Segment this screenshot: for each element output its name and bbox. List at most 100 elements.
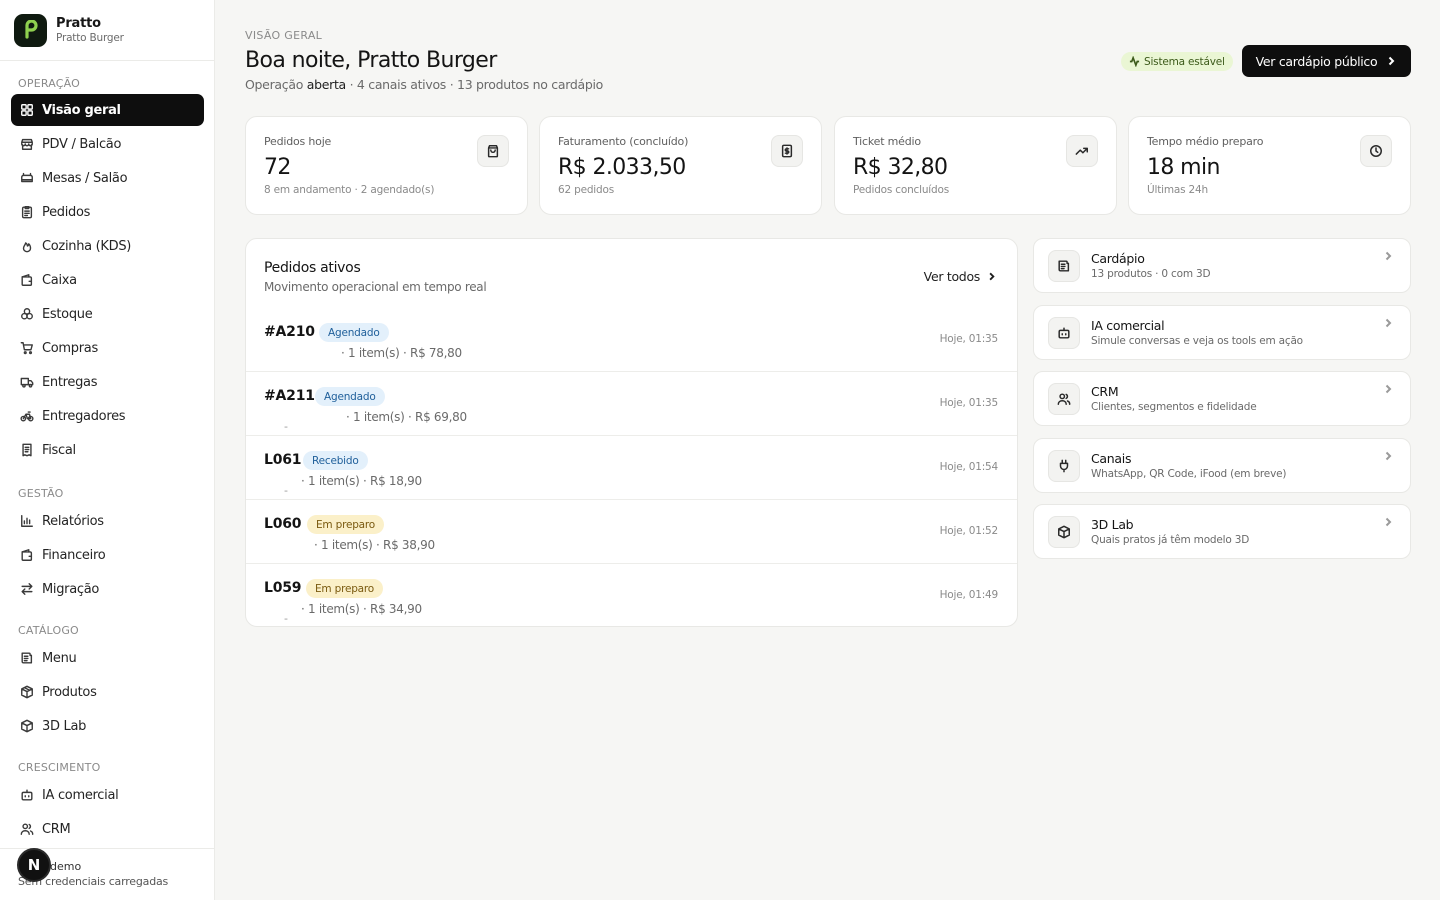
table-row[interactable]: #A211 Agendado · 1 item(s) · R$ 69,80 - … <box>246 371 1017 435</box>
store-icon <box>21 138 33 150</box>
stat-value: 18 min <box>1147 155 1220 180</box>
see-all-label: Ver todos <box>923 269 981 284</box>
quick-link-3d-lab[interactable]: 3D Lab Quais pratos já têm modelo 3D <box>1033 504 1411 559</box>
sidebar-item-relatorios[interactable]: Relatórios <box>11 505 204 537</box>
public-menu-button[interactable]: Ver cardápio público <box>1242 45 1411 77</box>
sidebar-item-produtos[interactable]: Produtos <box>11 676 204 708</box>
sidebar-item-cozinha-kds[interactable]: Cozinha (KDS) <box>11 230 204 262</box>
operation-status: aberta <box>306 77 346 92</box>
sidebar-item-label: Pedidos <box>42 204 91 220</box>
sidebar-footer[interactable]: demo Sem credenciais carregadas N <box>0 848 215 900</box>
page-subtitle: Operação aberta · 4 canais ativos · 13 p… <box>245 77 603 92</box>
order-time: Hoje, 01:54 <box>939 461 999 473</box>
cube-icon <box>21 719 33 733</box>
stat-value: 72 <box>264 155 291 180</box>
package-icon <box>21 685 33 699</box>
table-row[interactable]: #A210 Agendado · 1 item(s) · R$ 78,80 Ho… <box>246 308 1017 372</box>
cube-icon <box>1048 516 1080 548</box>
sidebar-item-fiscal[interactable]: Fiscal <box>11 434 204 466</box>
sidebar-item-label: Financeiro <box>42 547 106 563</box>
user-name: demo <box>50 860 82 873</box>
order-time: Hoje, 01:49 <box>939 589 999 601</box>
truck-icon <box>20 377 34 388</box>
stat-label: Tempo médio preparo <box>1147 135 1264 148</box>
sidebar-item-label: Entregas <box>42 374 98 390</box>
status-badge: Recebido <box>303 451 368 470</box>
order-customer-placeholder: - <box>284 612 288 625</box>
stat-label: Pedidos hoje <box>264 135 332 148</box>
order-time: Hoje, 01:52 <box>939 525 999 537</box>
stat-value: R$ 32,80 <box>853 155 948 180</box>
chevron-right-icon <box>1385 384 1392 394</box>
quick-link-subtitle: Quais pratos já têm modelo 3D <box>1091 534 1250 546</box>
menu-book-icon <box>21 652 33 664</box>
sidebar-item-label: Produtos <box>42 684 97 700</box>
sidebar-item-crm[interactable]: CRM <box>11 813 204 845</box>
quick-link-cardapio[interactable]: Cardápio 13 produtos · 0 com 3D <box>1033 238 1411 293</box>
system-status-badge: Sistema estável <box>1121 52 1233 71</box>
sidebar-item-label: PDV / Balcão <box>42 136 122 152</box>
cart-icon <box>20 342 33 355</box>
arrows-icon <box>21 583 33 595</box>
clock-icon <box>1360 135 1392 167</box>
order-time: Hoje, 01:35 <box>939 333 999 345</box>
shopping-bag-icon <box>477 135 509 167</box>
sidebar-item-compras[interactable]: Compras <box>11 332 204 364</box>
brand-subtitle: Pratto Burger <box>56 32 124 44</box>
clipboard-icon <box>21 206 33 219</box>
brand[interactable]: Pratto Pratto Burger <box>0 0 214 61</box>
sidebar-item-label: Migração <box>42 581 100 597</box>
table-row[interactable]: L061 Recebido · 1 item(s) · R$ 18,90 - H… <box>246 435 1017 499</box>
orders-subtitle: Movimento operacional em tempo real <box>264 280 487 294</box>
sidebar-item-menu[interactable]: Menu <box>11 642 204 674</box>
chevron-right-icon <box>989 272 995 281</box>
sidebar-item-ia-comercial[interactable]: IA comercial <box>11 779 204 811</box>
table-row[interactable]: L060 Em preparo · 1 item(s) · R$ 38,90 H… <box>246 499 1017 563</box>
sidebar-item-label: Relatórios <box>42 513 104 529</box>
nav-section-gestao: GESTÃO <box>18 487 64 500</box>
order-id: L061 <box>264 452 302 468</box>
order-time: Hoje, 01:35 <box>939 397 999 409</box>
sidebar-item-entregas[interactable]: Entregas <box>11 366 204 398</box>
sidebar-item-entregadores[interactable]: Entregadores <box>11 400 204 432</box>
sidebar-item-estoque[interactable]: Estoque <box>11 298 204 330</box>
stat-card-revenue: Faturamento (concluído) R$ 2.033,50 62 p… <box>539 116 822 215</box>
sidebar-item-financeiro[interactable]: Financeiro <box>11 539 204 571</box>
trending-up-icon <box>1066 135 1098 167</box>
quick-link-title: Cardápio <box>1091 251 1145 266</box>
chevron-right-icon <box>1385 517 1392 527</box>
sidebar-item-pedidos[interactable]: Pedidos <box>11 196 204 228</box>
activity-icon <box>1129 56 1140 67</box>
sidebar-item-migracao[interactable]: Migração <box>11 573 204 605</box>
sidebar-item-label: Entregadores <box>42 408 126 424</box>
quick-link-crm[interactable]: CRM Clientes, segmentos e fidelidade <box>1033 371 1411 426</box>
sidebar-item-mesas-salao[interactable]: Mesas / Salão <box>11 162 204 194</box>
sidebar-item-label: Mesas / Salão <box>42 170 128 186</box>
quick-link-subtitle: 13 produtos · 0 com 3D <box>1091 268 1211 280</box>
receipt-icon <box>22 443 32 457</box>
brand-name: Pratto <box>56 16 101 31</box>
stat-note: Últimas 24h <box>1147 184 1208 196</box>
quick-link-title: CRM <box>1091 384 1119 399</box>
quick-link-title: 3D Lab <box>1091 517 1134 532</box>
table-row[interactable]: L059 Em preparo · 1 item(s) · R$ 34,90 -… <box>246 563 1017 626</box>
sidebar-item-label: IA comercial <box>42 787 119 803</box>
order-id: #A210 <box>264 324 315 340</box>
sidebar-item-pdv-balcao[interactable]: PDV / Balcão <box>11 128 204 160</box>
quick-link-title: Canais <box>1091 451 1132 466</box>
order-customer-placeholder: - <box>284 484 288 497</box>
order-id: L060 <box>264 516 302 532</box>
users-icon <box>1048 383 1080 415</box>
sidebar-item-caixa[interactable]: Caixa <box>11 264 204 296</box>
see-all-orders-link[interactable]: Ver todos <box>924 269 997 284</box>
chevron-right-icon <box>1389 56 1395 66</box>
bike-icon <box>20 411 34 422</box>
sidebar-item-visao-geral[interactable]: Visão geral <box>11 94 204 126</box>
sidebar-item-3d-lab[interactable]: 3D Lab <box>11 710 204 742</box>
quick-link-ia-comercial[interactable]: IA comercial Simule conversas e veja os … <box>1033 305 1411 360</box>
nav-section-catalogo: CATÁLOGO <box>18 624 79 637</box>
avatar[interactable]: N <box>17 848 51 882</box>
quick-link-canais[interactable]: Canais WhatsApp, QR Code, iFood (em brev… <box>1033 438 1411 493</box>
dollar-doc-icon <box>771 135 803 167</box>
sidebar-item-label: CRM <box>42 821 71 837</box>
